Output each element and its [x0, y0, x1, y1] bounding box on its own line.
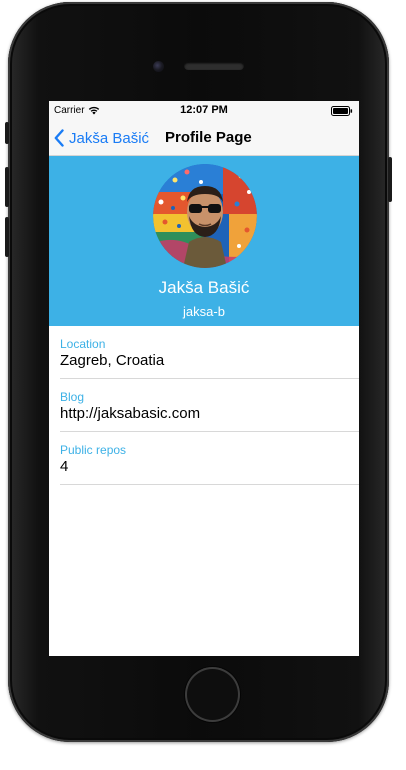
- blog-link[interactable]: http://jaksabasic.com: [60, 405, 200, 422]
- power-button: [388, 157, 392, 202]
- profile-details-list: Location Zagreb, Croatia Blog http://jak…: [49, 326, 359, 485]
- back-button-label: Jakša Bašić: [69, 129, 150, 147]
- avatar-photo: [153, 164, 257, 268]
- location-label: Location: [60, 337, 106, 351]
- page-title: Profile Page: [165, 129, 252, 146]
- earpiece-speaker: [184, 62, 244, 70]
- front-camera: [153, 61, 164, 72]
- list-item-location: Location Zagreb, Croatia: [49, 326, 359, 379]
- back-button[interactable]: Jakša Bašić: [54, 127, 149, 149]
- volume-down-button: [5, 217, 9, 257]
- avatar: [153, 164, 257, 268]
- profile-header: Jakša Bašić jaksa-b: [49, 156, 359, 326]
- chevron-left-icon: [54, 129, 64, 147]
- location-value: Zagreb, Croatia: [60, 352, 165, 369]
- status-bar: Carrier 12:07 PM: [49, 101, 359, 121]
- battery-icon: [331, 106, 353, 116]
- status-time: 12:07 PM: [180, 104, 228, 116]
- home-button[interactable]: [185, 667, 240, 722]
- divider: [60, 484, 359, 485]
- list-item-blog[interactable]: Blog http://jaksabasic.com: [49, 379, 359, 432]
- volume-up-button: [5, 167, 9, 207]
- public-repos-value: 4: [60, 458, 69, 475]
- profile-name: Jakša Bašić: [158, 278, 250, 297]
- mute-switch: [5, 122, 9, 144]
- navigation-bar: Jakša Bašić Profile Page: [49, 121, 359, 156]
- list-item-public-repos: Public repos 4: [49, 432, 359, 485]
- public-repos-label: Public repos: [60, 443, 127, 457]
- profile-login: jaksa-b: [183, 304, 225, 319]
- app-screen: Carrier 12:07 PM Jakša Bašić Profile Pag…: [49, 101, 359, 656]
- blog-label: Blog: [60, 390, 85, 404]
